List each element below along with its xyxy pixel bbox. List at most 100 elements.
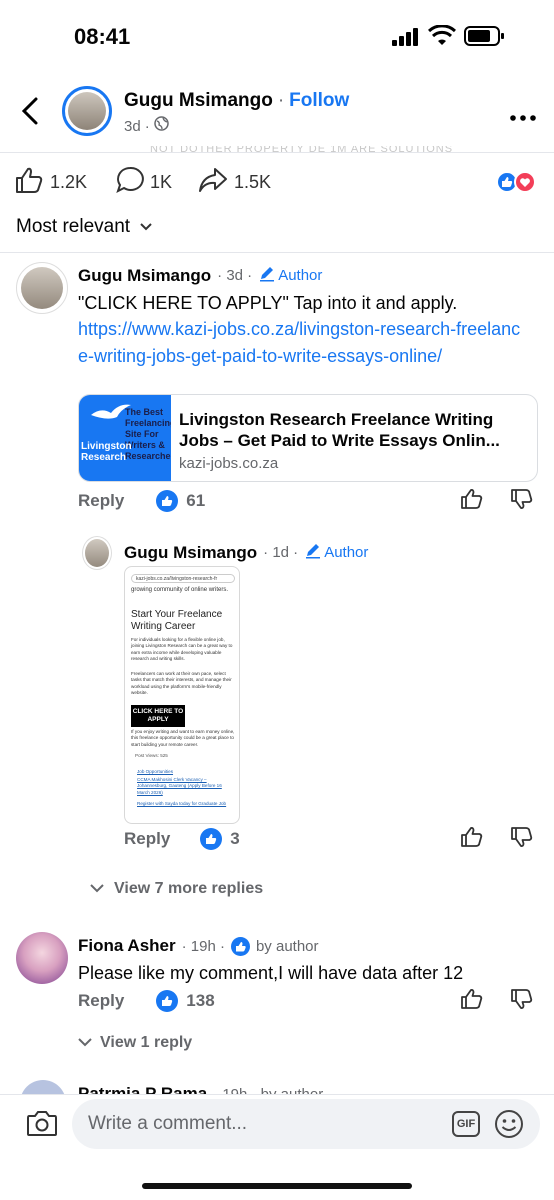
comment: Fiona Asher · 19h · by author Please lik… — [0, 926, 554, 1066]
liked-by-author-label: by author — [255, 937, 319, 955]
comment-likes-count: 138 — [186, 991, 215, 1010]
status-bar: 08:41 — [0, 0, 554, 70]
camera-icon[interactable] — [26, 1109, 58, 1142]
shares-count: 1.5K — [234, 172, 272, 192]
comment-time: · 1d · — [263, 544, 299, 561]
comment-author[interactable]: Gugu Msimango — [78, 266, 211, 286]
reply-button[interactable]: Reply — [78, 491, 124, 511]
pencil-icon — [258, 264, 276, 287]
more-options-icon[interactable] — [510, 108, 536, 126]
screenshot-link-3: Register with Sayda today for Graduate J… — [137, 801, 227, 806]
author-avatar[interactable] — [62, 86, 112, 136]
chevron-down-icon — [90, 880, 104, 898]
link-preview-title: Livingston Research Freelance Writing Jo… — [179, 410, 500, 450]
link-preview-domain: kazi-jobs.co.za — [179, 455, 279, 472]
comment-author[interactable]: Patrmia P Rama — [78, 1084, 207, 1094]
reactions-bar: 1.2K 1K 1.5K — [0, 160, 554, 204]
screenshot-views: Post Views: 525 — [135, 753, 168, 758]
comment-composer: Write a comment... GIF — [0, 1094, 554, 1200]
comment-author[interactable]: Gugu Msimango — [124, 543, 257, 563]
pencil-icon — [304, 541, 322, 564]
chevron-down-icon — [78, 1034, 92, 1052]
comment-text: "CLICK HERE TO APPLY" Tap into it and ap… — [78, 293, 458, 313]
link-preview-thumbnail: The Best Freelancing Site For Writers & … — [79, 395, 171, 481]
partial-comment: Patrmia P Rama · 19h · by author — [0, 1080, 554, 1094]
screenshot-cta: CLICK HERE TO APPLY — [131, 705, 185, 727]
header-separator: · — [277, 90, 285, 111]
globe-icon — [153, 116, 169, 136]
author-name[interactable]: Gugu Msimango — [124, 90, 273, 112]
follow-button[interactable]: Follow — [289, 90, 349, 112]
share-arrow-icon — [198, 166, 228, 199]
thumbs-up-icon[interactable] — [460, 988, 484, 1015]
thumb-brand: Livingston Research — [81, 441, 132, 463]
likes-count: 1.2K — [50, 172, 88, 192]
thumbs-up-icon[interactable] — [460, 826, 484, 853]
emoji-icon[interactable] — [494, 1109, 524, 1144]
reaction-summary-icons[interactable] — [496, 170, 540, 194]
like-action[interactable]: 1.2K — [14, 166, 87, 199]
like-reaction-icon — [200, 828, 223, 850]
view-replies-label: View 1 reply — [100, 1034, 193, 1051]
view-more-label: View 7 more replies — [114, 880, 264, 897]
screenshot-paragraph-2: Freelancers can work at their own pace, … — [131, 671, 232, 696]
battery-icon — [464, 26, 506, 51]
back-icon[interactable] — [20, 96, 42, 131]
screenshot-top-text: growing community of online writers. — [131, 587, 229, 593]
thumbs-up-icon — [14, 166, 44, 199]
screenshot-link-1: Job Opportunities — [137, 769, 174, 774]
avatar[interactable] — [16, 262, 68, 314]
sort-label: Most relevant — [16, 216, 131, 237]
post-header: Gugu Msimango · Follow 3d · — [0, 70, 554, 152]
wifi-icon — [427, 24, 457, 52]
screenshot-heading: Start Your Freelance Writing Career — [131, 609, 223, 632]
comment-likes-count: 3 — [230, 829, 240, 848]
author-badge: Author — [278, 267, 323, 284]
screenshot-paragraph-1: For individuals looking for a flexible o… — [131, 637, 233, 662]
comment-input[interactable]: Write a comment... GIF — [72, 1099, 540, 1149]
like-badge-icon — [230, 936, 250, 956]
sort-dropdown[interactable]: Most relevant — [16, 216, 152, 238]
avatar[interactable] — [16, 932, 68, 984]
thumbs-down-icon[interactable] — [510, 988, 534, 1015]
comment-input-placeholder: Write a comment... — [88, 1113, 248, 1134]
thumbs-down-icon[interactable] — [510, 488, 534, 515]
author-badge: Author — [324, 544, 369, 561]
comment-meta: · 19h · by author — [213, 1085, 324, 1095]
status-time: 08:41 — [74, 24, 131, 49]
like-reaction-icon — [156, 990, 179, 1012]
comments-count: 1K — [150, 172, 173, 192]
screenshot-paragraph-3: If you enjoy writing and want to earn mo… — [131, 729, 235, 747]
comment-text: Please like my comment,I will have data … — [78, 963, 464, 983]
post-time-dot: · — [144, 117, 150, 135]
attached-screenshot[interactable]: kazi-jobs.co.za/livingston-research-fr g… — [124, 566, 240, 824]
screenshot-url-bar: kazi-jobs.co.za/livingston-research-fr — [131, 574, 235, 583]
home-indicator — [142, 1183, 412, 1189]
signal-icon — [392, 28, 420, 51]
comment-link[interactable]: https://www.kazi-jobs.co.za/livingston-r… — [78, 316, 528, 370]
like-reaction-icon — [156, 490, 179, 512]
link-preview-card[interactable]: The Best Freelancing Site For Writers & … — [78, 394, 538, 482]
gif-icon[interactable]: GIF — [452, 1111, 480, 1137]
avatar[interactable] — [20, 1080, 66, 1094]
comment-time: · 19h · — [181, 937, 225, 955]
reply-comment: Gugu Msimango · 1d · Author kazi-jobs.co… — [0, 532, 554, 862]
share-action[interactable]: 1.5K — [198, 166, 271, 199]
post-time: 3d — [124, 117, 141, 135]
chevron-down-icon — [140, 218, 152, 236]
reply-button[interactable]: Reply — [78, 991, 124, 1011]
avatar[interactable] — [82, 536, 112, 570]
thumbs-down-icon[interactable] — [510, 826, 534, 853]
comment-time: · 3d · — [217, 267, 253, 284]
comment: Gugu Msimango · 3d · Author "CLICK HERE … — [0, 256, 554, 516]
comment-likes-count: 61 — [186, 491, 206, 510]
thumb-tagline: The Best Freelancing Site For Writers & … — [125, 407, 171, 461]
comment-bubble-icon — [116, 166, 144, 199]
view-replies[interactable]: View 1 reply — [78, 1034, 192, 1052]
reply-button[interactable]: Reply — [124, 829, 170, 849]
comment-author[interactable]: Fiona Asher — [78, 936, 176, 956]
thumbs-up-icon[interactable] — [460, 488, 484, 515]
comment-action[interactable]: 1K — [116, 166, 172, 199]
screenshot-link-2: CCMA Makhosini Clerk Vacancy – Johannesb… — [137, 777, 222, 795]
view-more-replies[interactable]: View 7 more replies — [90, 880, 263, 898]
